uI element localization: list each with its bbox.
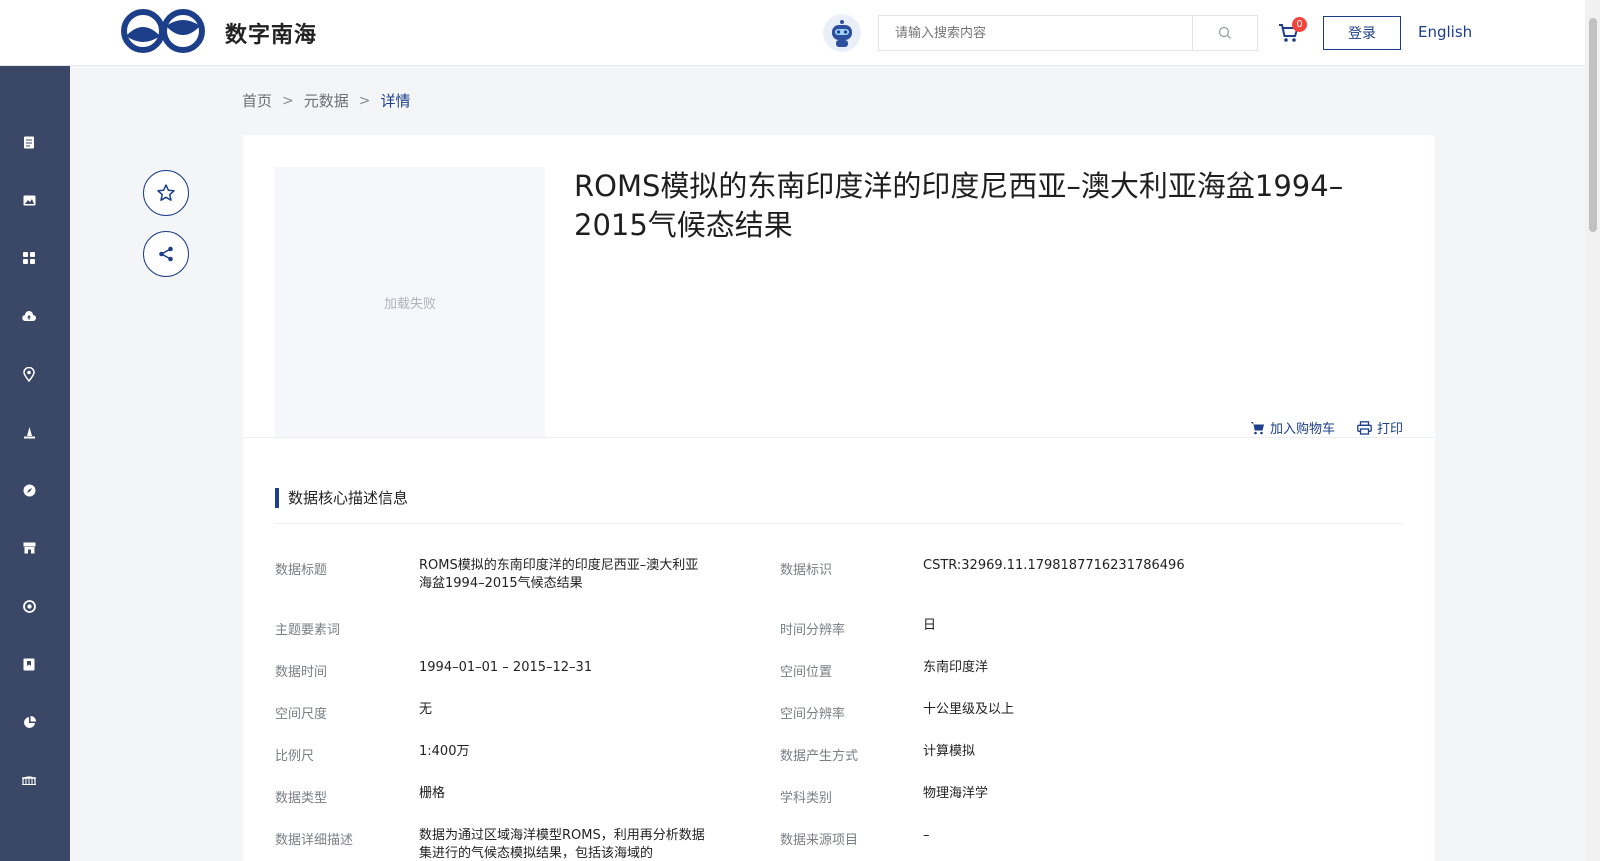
left-sidebar [0,66,70,861]
field-value-spatial-scale: 无 [419,702,433,717]
cart-button[interactable]: 0 [1278,17,1307,47]
field-label-spatial-scale: 空间尺度 [275,707,328,722]
cloud-upload-icon[interactable] [21,308,37,324]
breadcrumb-home[interactable]: 首页 [242,90,272,111]
field-label-data-time: 数据时间 [275,665,328,680]
field-label-time-resolution: 时间分辨率 [780,623,846,638]
cart-icon [1250,421,1264,434]
print-button[interactable]: 打印 [1357,418,1403,437]
field-label-location: 空间位置 [780,665,833,680]
field-value-data-id: CSTR:32969.11.1798187716231786496 [923,558,1185,573]
field-label-production-method: 数据产生方式 [780,749,859,764]
bridge-icon[interactable] [21,772,37,788]
search-icon [1218,26,1231,39]
favorite-button[interactable] [143,170,189,216]
pie-chart-icon[interactable] [21,714,37,730]
card-divider [243,437,1435,438]
chevron-right-icon: > [282,92,294,109]
field-label-data-type: 数据类型 [275,791,328,806]
brand-name: 数字南海 [225,23,318,48]
section-accent-bar [275,487,279,508]
compass-icon[interactable] [21,482,37,498]
bookmark-icon[interactable] [21,656,37,672]
target-icon[interactable] [21,598,37,614]
field-label-data-id: 数据标识 [780,563,833,578]
field-value-description: 数据为通过区域海洋模型ROMS，利用再分析数据集进行的气候态模拟结果，包括该海域… [419,828,705,861]
field-value-data-title: ROMS模拟的东南印度洋的印度尼西亚–澳大利亚海盆1994–2015气候态结果 [419,558,699,591]
data-thumbnail: 加载失败 [275,167,545,437]
tower-icon[interactable] [21,424,37,440]
field-label-keywords: 主题要素词 [275,623,341,638]
detail-actions: 加入购物车 打印 [1250,418,1403,437]
top-header: 数字南海 0 登录 English [0,0,1585,66]
language-switch[interactable]: English [1418,23,1472,41]
field-label-description: 数据详细描述 [275,833,354,848]
star-icon [157,184,175,201]
cart-count-badge: 0 [1292,17,1307,32]
print-label: 打印 [1376,422,1403,437]
field-value-spatial-resolution: 十公里级及以上 [923,702,1015,717]
field-value-location: 东南印度洋 [923,660,989,675]
add-to-cart-button[interactable]: 加入购物车 [1250,418,1335,437]
site-logo[interactable] [120,8,206,54]
section-heading: 数据核心描述信息 [275,487,408,508]
field-label-spatial-resolution: 空间分辨率 [780,707,846,722]
breadcrumb-current: 详情 [380,92,411,110]
field-value-data-type: 栅格 [419,786,446,801]
field-value-data-time: 1994–01–01 – 2015–12–31 [419,660,593,675]
login-button[interactable]: 登录 [1323,16,1401,50]
field-label-source-project: 数据来源项目 [780,833,859,848]
field-value-discipline: 物理海洋学 [923,786,989,801]
document-icon[interactable] [21,134,37,150]
section-title: 数据核心描述信息 [288,489,409,507]
field-label-data-title: 数据标题 [275,563,328,578]
location-icon[interactable] [21,366,37,382]
image-icon[interactable] [21,192,37,208]
share-icon [159,246,173,262]
search-box [878,15,1258,51]
field-value-source-project: – [923,828,930,843]
field-value-time-resolution: 日 [923,618,937,633]
robot-assistant-icon[interactable] [823,14,861,52]
grid-icon[interactable] [21,250,37,266]
search-input[interactable] [879,16,1192,50]
scrollbar-thumb[interactable] [1589,18,1597,232]
field-value-scale: 1:400万 [419,744,470,759]
chevron-right-icon: > [358,92,371,109]
detail-card: 加载失败 ROMS模拟的东南印度洋的印度尼西亚–澳大利亚海盆1994–2015气… [243,135,1435,861]
printer-icon [1357,420,1372,435]
field-label-scale: 比例尺 [275,749,315,764]
add-to-cart-label: 加入购物车 [1269,422,1335,437]
field-label-discipline: 学科类别 [780,791,833,806]
share-button[interactable] [143,231,189,277]
page-title: ROMS模拟的东南印度洋的印度尼西亚–澳大利亚海盆1994–2015气候态结果 [574,169,1344,242]
search-button[interactable] [1193,16,1257,50]
storefront-icon[interactable] [21,540,37,556]
breadcrumb: 首页 > 元数据 > 详情 [242,90,411,111]
field-value-production-method: 计算模拟 [923,744,976,759]
section-divider [275,523,1403,524]
thumbnail-error-text: 加载失败 [383,296,436,312]
breadcrumb-metadata[interactable]: 元数据 [304,90,349,111]
